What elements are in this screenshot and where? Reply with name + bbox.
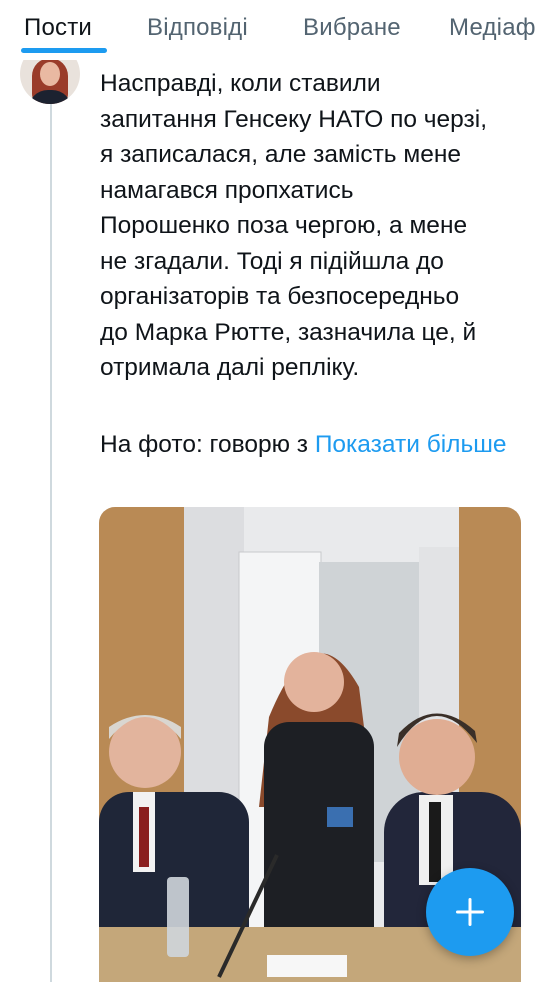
thread-line [50, 92, 52, 982]
tab-media[interactable]: Медіаф [449, 14, 536, 42]
tab-likes[interactable]: Вибране [303, 14, 401, 42]
tab-posts[interactable]: Пости [24, 14, 92, 42]
compose-post-button[interactable] [426, 868, 514, 956]
tab-replies[interactable]: Відповіді [147, 14, 248, 42]
plus-icon [456, 898, 484, 926]
teaser-text: На фото: говорю з [100, 431, 308, 458]
post-teaser: На фото: говорю з Показати більше [100, 427, 520, 463]
profile-tabs: Пости Відповіді Вибране Медіаф [0, 0, 540, 60]
active-tab-indicator [21, 48, 107, 53]
show-more-link[interactable]: Показати більше [315, 431, 507, 458]
post-text: Насправді, коли ставили запитання Генсек… [100, 70, 487, 381]
